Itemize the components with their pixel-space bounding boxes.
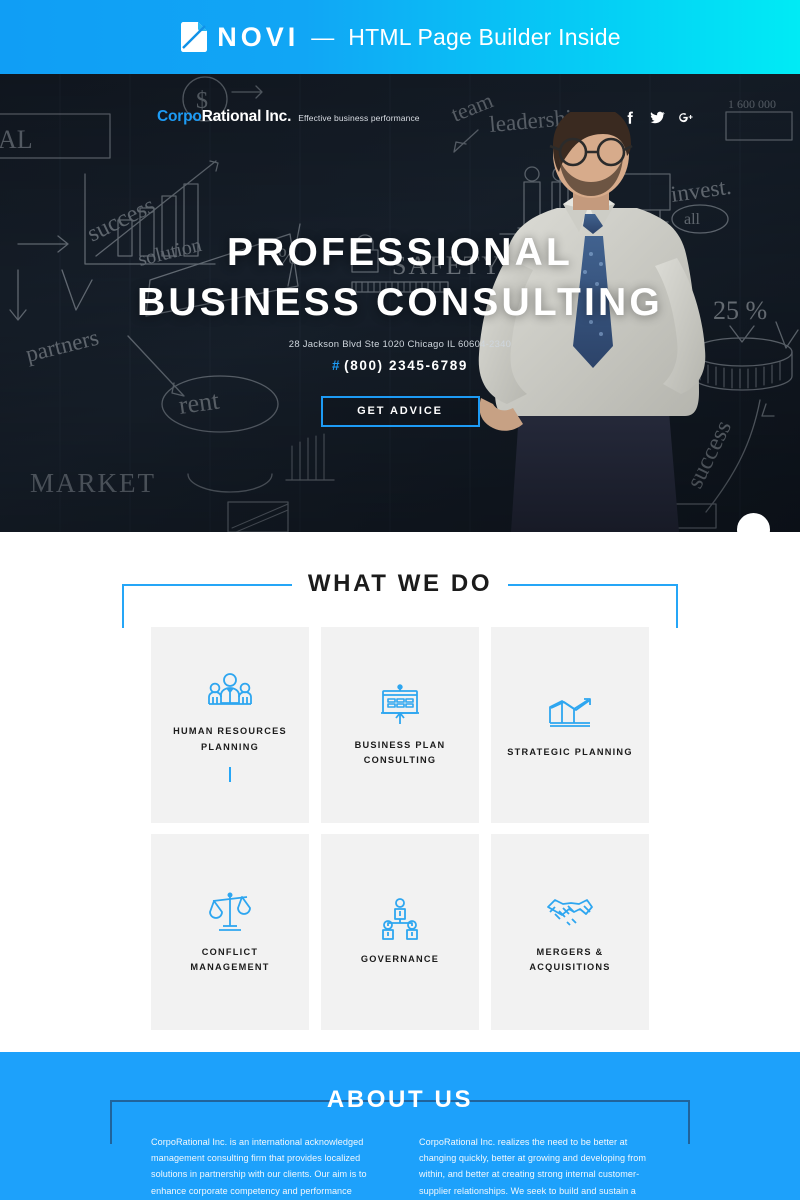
get-advice-button[interactable]: GET ADVICE (320, 395, 480, 427)
services-heading-block: WHAT WE DO (122, 570, 678, 628)
about-section: ABOUT US CorpoRational Inc. is an intern… (0, 1052, 800, 1200)
landing-page: NOVI — HTML Page Builder Inside CorpoRat… (0, 0, 800, 1200)
novi-wordmark: NOVI (217, 21, 300, 52)
service-label: GOVERNANCE (360, 954, 440, 965)
brand-rest: Rational Inc. (201, 108, 292, 125)
service-card-business-plan-consulting[interactable]: BUSINESS PLAN CONSULTING (321, 627, 479, 823)
social-links (622, 110, 693, 125)
card-tick-marker (229, 766, 231, 782)
hash-icon: # (332, 357, 342, 373)
twitter-icon[interactable] (650, 110, 665, 125)
novi-promo-banner[interactable]: NOVI — HTML Page Builder Inside (0, 0, 800, 74)
people-group-icon (207, 668, 253, 714)
hero-phone[interactable]: # (800) 2345-6789 (332, 358, 468, 373)
services-grid: HUMAN RESOURCES PLANNING BUSINESS PLAN C… (151, 627, 649, 1030)
heading-title-wrap: WHAT WE DO (230, 570, 570, 598)
service-card-mergers-acquisitions[interactable]: MERGERS & ACQUISITIONS (491, 834, 649, 1030)
facebook-icon[interactable] (622, 110, 637, 125)
service-label: STRATEGIC PLANNING (507, 747, 633, 758)
about-columns: CorpoRational Inc. is an international a… (151, 1134, 651, 1200)
novi-banner-content: NOVI — HTML Page Builder Inside (179, 20, 621, 54)
brand-tagline: Effective business performance (298, 113, 420, 123)
hero-content: PROFESSIONAL BUSINESS CONSULTING 28 Jack… (0, 228, 800, 427)
scales-balance-icon (208, 889, 252, 935)
service-label: BUSINESS PLAN CONSULTING (354, 739, 446, 765)
service-card-conflict-management[interactable]: CONFLICT MANAGEMENT (151, 834, 309, 1030)
hero-header: CorpoRational Inc. Effective business pe… (0, 108, 800, 126)
hero-headline-line1: PROFESSIONAL (226, 231, 574, 274)
about-paragraph-right: CorpoRational Inc. realizes the need to … (419, 1137, 647, 1196)
service-card-strategic-planning[interactable]: STRATEGIC PLANNING (491, 627, 649, 823)
phone-number: (800) 2345-6789 (344, 357, 468, 373)
about-title: ABOUT US (326, 1086, 474, 1113)
novi-logo-icon (179, 20, 209, 54)
org-hierarchy-icon (380, 896, 420, 942)
novi-tagline: HTML Page Builder Inside (348, 23, 621, 50)
service-card-human-resources-planning[interactable]: HUMAN RESOURCES PLANNING (151, 627, 309, 823)
hero-section: AL success solution % SAFETY (0, 74, 800, 532)
services-section: WHAT WE DO HUMAN RESOURCES PLANNING BUSI… (0, 532, 800, 1052)
brand-name: CorpoRational Inc. (157, 108, 291, 126)
brand-accent: Corpo (157, 108, 202, 125)
handshake-icon (546, 889, 594, 935)
heading-title-wrap: ABOUT US (250, 1086, 550, 1114)
hero-headline-line2: BUSINESS CONSULTING (137, 280, 663, 324)
novi-dash: — (311, 23, 335, 50)
google-plus-icon[interactable] (678, 110, 693, 125)
about-paragraph-left: CorpoRational Inc. is an international a… (151, 1137, 367, 1196)
service-label: HUMAN RESOURCES PLANNING (173, 726, 287, 752)
hero-address: 28 Jackson Blvd Ste 1020 Chicago IL 6060… (288, 338, 512, 350)
service-label: MERGERS & ACQUISITIONS (529, 946, 611, 972)
services-title: WHAT WE DO (291, 570, 509, 598)
site-logo[interactable]: CorpoRational Inc. Effective business pe… (157, 108, 420, 126)
growth-chart-icon (548, 689, 592, 735)
presentation-board-icon (378, 682, 422, 728)
service-label: CONFLICT MANAGEMENT (190, 946, 270, 972)
service-card-governance[interactable]: GOVERNANCE (321, 834, 479, 1030)
